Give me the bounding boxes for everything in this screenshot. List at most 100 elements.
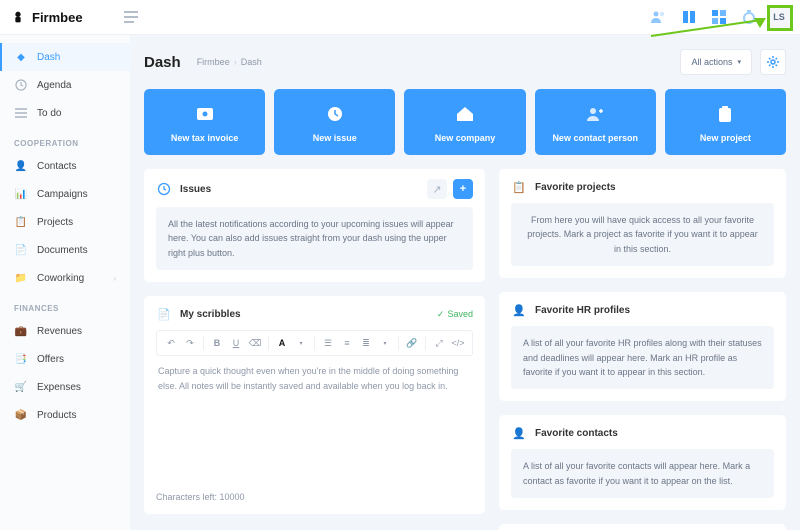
sidebar-item-label: Dash [37, 52, 60, 63]
invoice-icon [194, 103, 216, 125]
folder-icon: 📁 [14, 271, 28, 285]
sidebar-item-documents[interactable]: 📄 Documents [0, 236, 130, 264]
list-bullet-button[interactable]: ☰ [320, 335, 336, 351]
scribbles-panel: 📄 My scribbles ✓ Saved ↶↷ BU⌫ A▾ ☰≡≣▾ 🔗 … [144, 296, 485, 514]
apps-icon[interactable] [708, 6, 730, 28]
chevron-down-icon[interactable]: ▾ [377, 335, 393, 351]
sidebar-item-projects[interactable]: 📋 Projects [0, 208, 130, 236]
font-button[interactable]: A [274, 335, 290, 351]
issues-hint: All the latest notifications according t… [156, 207, 473, 270]
sidebar-item-label: Expenses [37, 382, 81, 393]
link-button[interactable]: 🔗 [404, 335, 420, 351]
panel-title: Issues [180, 184, 211, 195]
breadcrumb-item[interactable]: Firmbee [197, 57, 230, 67]
sidebar-section-finances: FINANCES [0, 292, 130, 317]
sidebar-item-label: To do [37, 108, 61, 119]
quick-new-project[interactable]: New project [665, 89, 786, 155]
sidebar-item-contacts[interactable]: 👤 Contacts [0, 152, 130, 180]
clip-icon: 📋 [511, 179, 527, 195]
saved-status: ✓ Saved [437, 309, 473, 320]
quick-new-issue[interactable]: New issue [274, 89, 395, 155]
sidebar-item-revenues[interactable]: 💼 Revenues [0, 317, 130, 345]
char-counter: Characters left: 10000 [156, 492, 473, 502]
sidebar-item-label: Offers [37, 354, 64, 365]
chevron-right-icon: › [113, 274, 116, 283]
wallet-icon: 💼 [14, 324, 28, 338]
list-number-button[interactable]: ≡ [339, 335, 355, 351]
todo-panel: ☰ To do show finished ↗ + [499, 524, 786, 530]
quick-new-contact[interactable]: New contact person [535, 89, 656, 155]
fav-hr-panel: 👤Favorite HR profiles A list of all your… [499, 292, 786, 401]
sidebar-section-cooperation: COOPERATION [0, 127, 130, 152]
clock-icon [14, 78, 28, 92]
breadcrumb: Firmbee›Dash [197, 57, 262, 67]
sidebar-item-label: Products [37, 410, 76, 421]
expand-button[interactable]: ↗ [427, 179, 447, 199]
fav-contacts-panel: 👤 Favorite contacts A list of all your fa… [499, 415, 786, 510]
sidebar-item-products[interactable]: 📦 Products [0, 401, 130, 429]
user-avatar[interactable]: LS [768, 6, 790, 28]
book-icon[interactable] [678, 6, 700, 28]
page-title: Dash [144, 54, 181, 71]
sidebar-item-label: Coworking [37, 273, 84, 284]
clock-icon [156, 181, 172, 197]
quick-new-company[interactable]: New company [404, 89, 525, 155]
doc-icon: 📄 [156, 306, 172, 322]
fav-hr-hint: A list of all your favorite HR profiles … [511, 326, 774, 389]
quick-new-invoice[interactable]: New tax invoice [144, 89, 265, 155]
sidebar-item-label: Contacts [37, 161, 76, 172]
clip-icon: 📋 [14, 215, 28, 229]
align-button[interactable]: ≣ [358, 335, 374, 351]
clip-icon [714, 103, 736, 125]
strike-button[interactable]: ⌫ [247, 335, 263, 351]
person-icon: 👤 [14, 159, 28, 173]
sidebar-item-label: Campaigns [37, 189, 88, 200]
offer-icon: 📑 [14, 352, 28, 366]
sidebar-item-label: Documents [37, 245, 88, 256]
fav-contacts-hint: A list of all your favorite contacts wil… [511, 449, 774, 498]
underline-button[interactable]: U [228, 335, 244, 351]
chevron-down-icon[interactable]: ▾ [293, 335, 309, 351]
sidebar-item-label: Revenues [37, 326, 82, 337]
sidebar-item-expenses[interactable]: 🛒 Expenses [0, 373, 130, 401]
people-icon[interactable] [648, 6, 670, 28]
all-actions-dropdown[interactable]: All actions▾ [680, 49, 752, 75]
sidebar-item-label: Agenda [37, 80, 71, 91]
sidebar-item-dash[interactable]: ◆ Dash [0, 43, 130, 71]
doc-icon: 📄 [14, 243, 28, 257]
app-logo[interactable]: Firmbee [10, 9, 120, 25]
list-icon [14, 106, 28, 120]
clock-icon [324, 103, 346, 125]
redo-button[interactable]: ↷ [182, 335, 198, 351]
sidebar-item-coworking[interactable]: 📁 Coworking › [0, 264, 130, 292]
campaign-icon: 📊 [14, 187, 28, 201]
breadcrumb-item: Dash [241, 57, 262, 67]
sidebar-item-agenda[interactable]: Agenda [0, 71, 130, 99]
timer-icon[interactable] [738, 6, 760, 28]
sidebar-item-campaigns[interactable]: 📊 Campaigns [0, 180, 130, 208]
expand-button[interactable]: ⤢ [431, 335, 447, 351]
house-icon [454, 103, 476, 125]
fav-projects-hint: From here you will have quick access to … [511, 203, 774, 266]
box-icon: 📦 [14, 408, 28, 422]
code-button[interactable]: </> [450, 335, 466, 351]
chevron-down-icon: ▾ [737, 58, 741, 66]
sidebar-item-todo[interactable]: To do [0, 99, 130, 127]
undo-button[interactable]: ↶ [163, 335, 179, 351]
settings-button[interactable] [760, 49, 786, 75]
bold-button[interactable]: B [209, 335, 225, 351]
issues-panel: Issues ↗ + All the latest notifications … [144, 169, 485, 282]
panel-title: My scribbles [180, 309, 241, 320]
panel-title: Favorite HR profiles [535, 305, 630, 316]
fav-projects-panel: 📋 Favorite projects From here you will ha… [499, 169, 786, 278]
person-icon: 👤 [511, 425, 527, 441]
cart-icon: 🛒 [14, 380, 28, 394]
sidebar-item-offers[interactable]: 📑 Offers [0, 345, 130, 373]
scribbles-textarea[interactable]: Capture a quick thought even when you're… [156, 362, 473, 432]
sidebar-item-label: Projects [37, 217, 73, 228]
panel-title: Favorite projects [535, 182, 616, 193]
sidebar-toggle[interactable] [120, 6, 142, 28]
app-name: Firmbee [32, 10, 83, 25]
add-issue-button[interactable]: + [453, 179, 473, 199]
panel-title: Favorite contacts [535, 428, 618, 439]
